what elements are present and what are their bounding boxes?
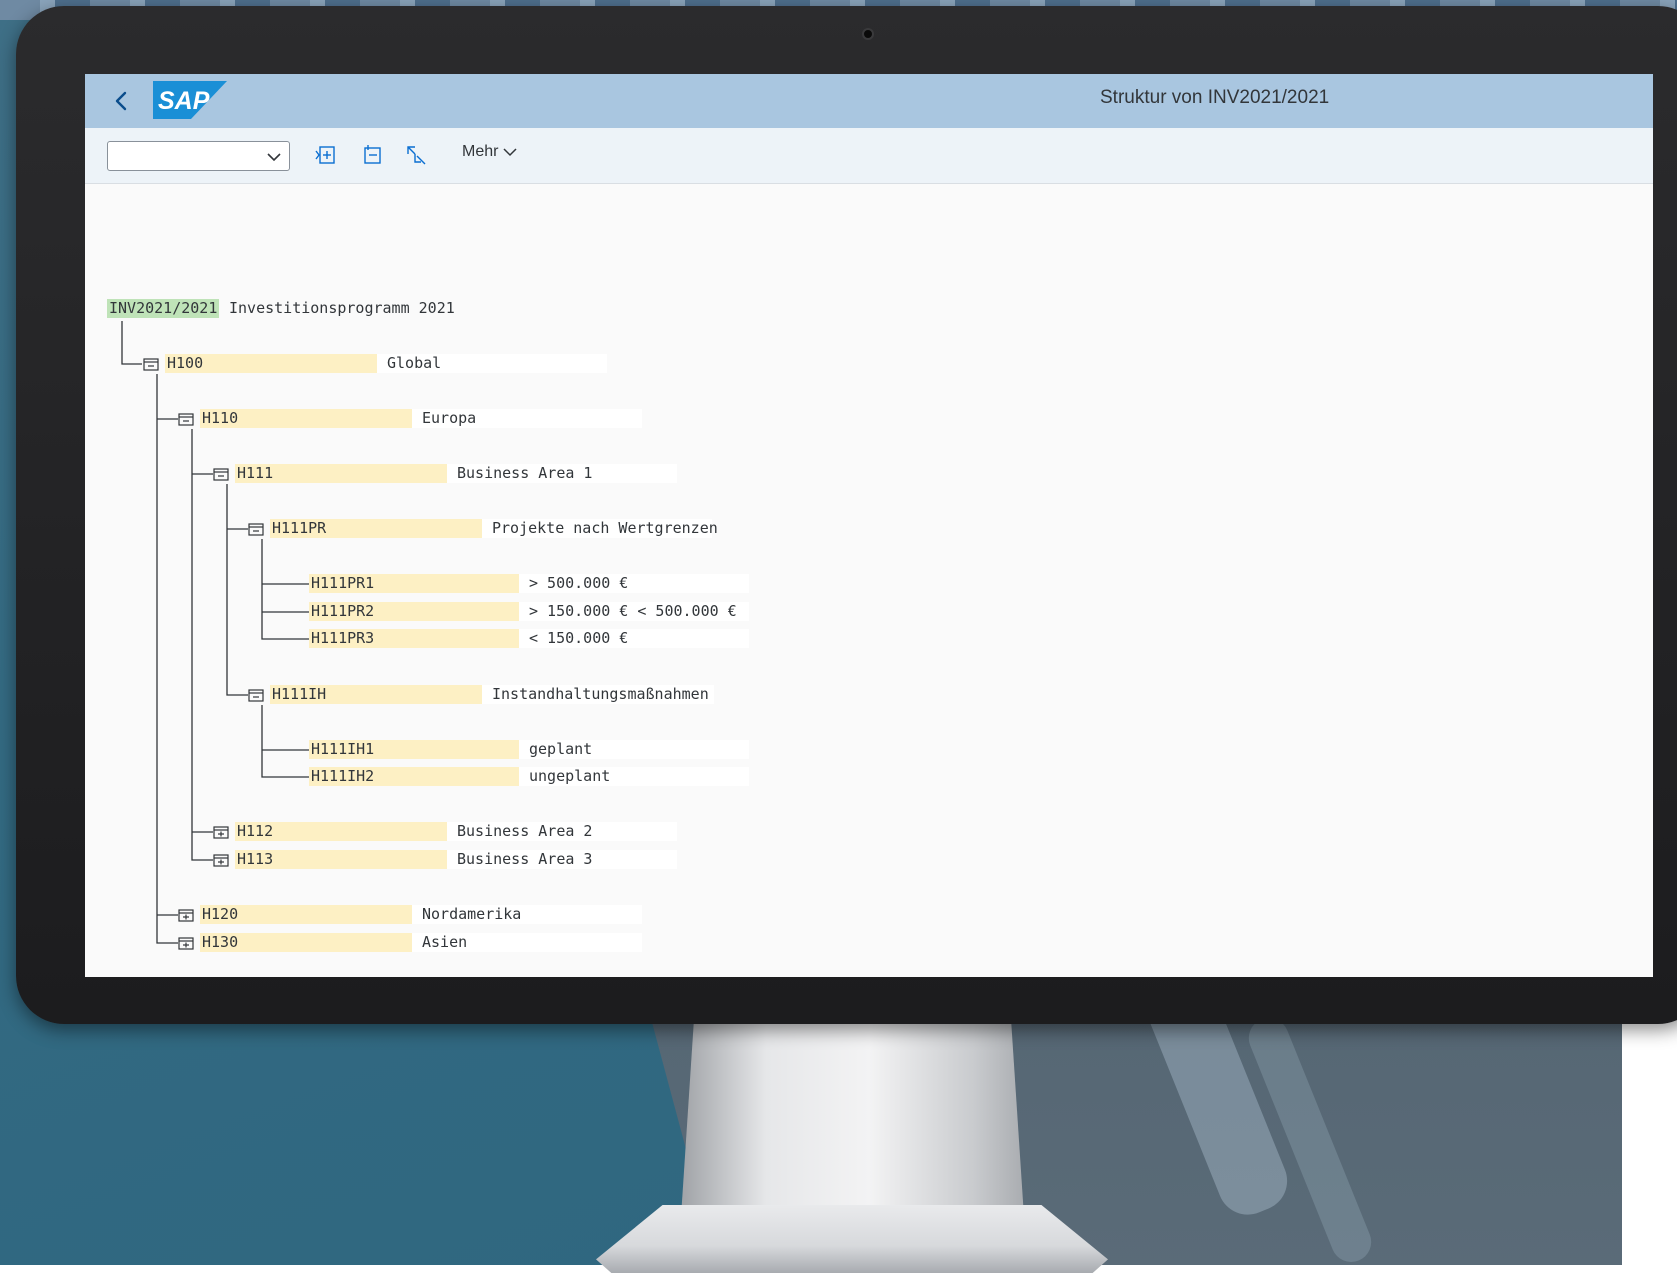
tree-node-id[interactable]: H111 (235, 464, 447, 483)
folder-expand-icon[interactable] (213, 825, 229, 839)
monitor-stand-neck (680, 1022, 1025, 1232)
tree-node-id[interactable]: H111PR (270, 519, 482, 538)
sap-screen: SAP Struktur von INV2021/2021 Mehr INV20… (85, 74, 1653, 977)
variant-select[interactable] (107, 141, 290, 171)
chevron-left-icon (115, 91, 127, 111)
tree-node-description: Business Area 2 (447, 822, 677, 841)
tree-node-id[interactable]: H100 (165, 354, 377, 373)
tree-node-description: Global (377, 354, 607, 373)
tree-node-description: > 150.000 € < 500.000 € (519, 602, 749, 621)
tree-node-description: geplant (519, 740, 749, 759)
tree-node-description: Asien (412, 933, 642, 952)
folder-collapse-icon[interactable] (178, 412, 194, 426)
tree-node-description: < 150.000 € (519, 629, 749, 648)
tree-node-description: Business Area 1 (447, 464, 677, 483)
more-button-label: Mehr (462, 143, 499, 160)
folder-expand-icon[interactable] (178, 936, 194, 950)
select-pointer-button[interactable] (403, 142, 429, 168)
expand-subtree-icon (315, 146, 335, 164)
collapse-subtree-button[interactable] (359, 142, 385, 168)
chevron-down-icon (503, 148, 517, 156)
select-pointer-icon (407, 146, 426, 165)
svg-text:SAP: SAP (158, 87, 210, 115)
tree-node-id[interactable]: H110 (200, 409, 412, 428)
tree-node-description: Europa (412, 409, 642, 428)
tree-node-id[interactable]: H111PR3 (309, 629, 519, 648)
folder-collapse-icon[interactable] (143, 357, 159, 371)
structure-tree: INV2021/2021 Investitionsprogramm 2021 H… (85, 184, 1653, 977)
monitor-frame: SAP Struktur von INV2021/2021 Mehr INV20… (16, 6, 1677, 1024)
tree-node-id[interactable]: H120 (200, 905, 412, 924)
page-title: Struktur von INV2021/2021 (1100, 87, 1330, 108)
tree-node-id[interactable]: H113 (235, 850, 447, 869)
tree-node-description: Nordamerika (412, 905, 642, 924)
expand-subtree-button[interactable] (313, 142, 339, 168)
tree-node-id[interactable]: H111IH2 (309, 767, 519, 786)
tree-node-description: Instandhaltungsmaßnahmen (482, 685, 714, 704)
more-button[interactable]: Mehr (462, 143, 518, 161)
monitor-stand-base (596, 1205, 1108, 1273)
tree-node-id[interactable]: H111IH (270, 685, 482, 704)
camera-icon (862, 28, 874, 40)
back-button[interactable] (107, 86, 137, 116)
chevron-down-icon (267, 153, 281, 162)
tree-node-description: Business Area 3 (447, 850, 677, 869)
background-right-edge (1622, 1020, 1677, 1276)
sap-logo[interactable]: SAP (153, 81, 227, 119)
folder-collapse-icon[interactable] (248, 688, 264, 702)
collapse-subtree-icon (364, 145, 381, 164)
folder-expand-icon[interactable] (213, 853, 229, 867)
tree-node-id[interactable]: H111PR1 (309, 574, 519, 593)
folder-collapse-icon[interactable] (213, 467, 229, 481)
tree-node-description: Projekte nach Wertgrenzen (482, 519, 718, 538)
shell-bar: SAP Struktur von INV2021/2021 (85, 74, 1653, 128)
tree-node-description: > 500.000 € (519, 574, 749, 593)
toolbar: Mehr (85, 128, 1653, 184)
tree-node-id[interactable]: H111IH1 (309, 740, 519, 759)
tree-root-id[interactable]: INV2021/2021 (107, 299, 220, 318)
tree-node-description: ungeplant (519, 767, 749, 786)
tree-node-id[interactable]: H112 (235, 822, 447, 841)
sap-logo-icon: SAP (153, 81, 227, 119)
folder-expand-icon[interactable] (178, 908, 194, 922)
tree-node-id[interactable]: H111PR2 (309, 602, 519, 621)
tree-root-description: Investitionsprogramm 2021 (229, 299, 455, 317)
folder-collapse-icon[interactable] (248, 522, 264, 536)
tree-node-id[interactable]: H130 (200, 933, 412, 952)
